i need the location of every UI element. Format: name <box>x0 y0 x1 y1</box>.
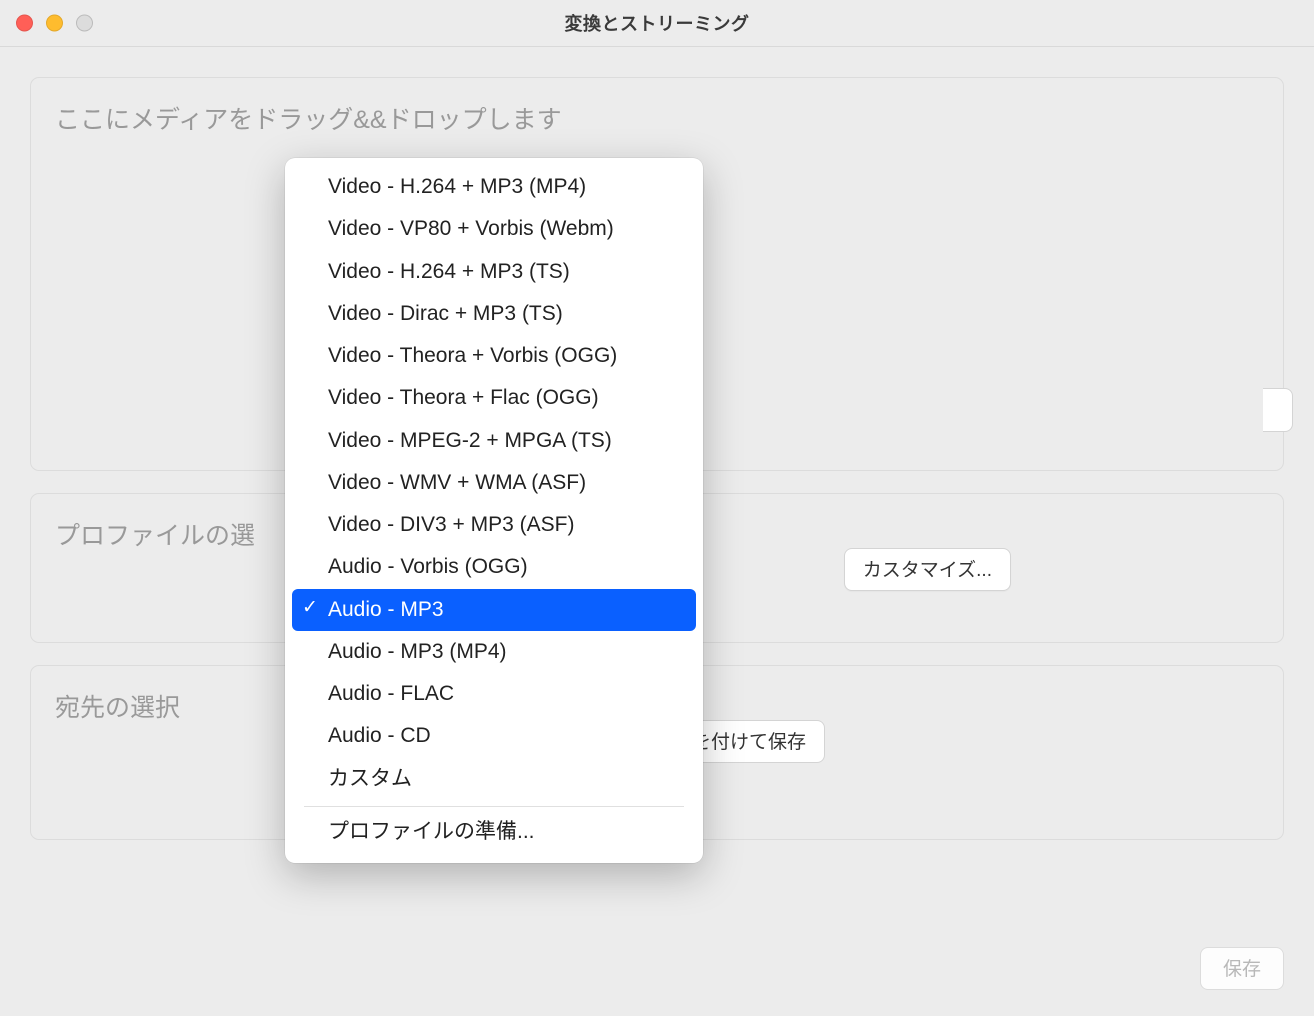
drop-zone-title: ここにメディアをドラッグ&&ドロップします <box>55 100 1259 136</box>
profile-option[interactable]: Video - MPEG-2 + MPGA (TS) <box>292 420 696 462</box>
profile-option[interactable]: カスタム <box>292 758 696 800</box>
profile-option[interactable]: Video - H.264 + MP3 (TS) <box>292 251 696 293</box>
prepare-profile-option[interactable]: プロファイルの準備... <box>292 811 696 853</box>
minimize-window-button[interactable] <box>46 15 63 32</box>
profile-option[interactable]: Audio - MP3 <box>292 589 696 631</box>
profile-option[interactable]: Audio - CD <box>292 715 696 757</box>
profile-option[interactable]: Video - Dirac + MP3 (TS) <box>292 293 696 335</box>
customize-button[interactable]: カスタマイズ... <box>844 548 1011 591</box>
titlebar: 変換とストリーミング <box>0 0 1314 47</box>
close-window-button[interactable] <box>16 15 33 32</box>
profile-option[interactable]: Video - Theora + Vorbis (OGG) <box>292 335 696 377</box>
profile-option[interactable]: Video - VP80 + Vorbis (Webm) <box>292 208 696 250</box>
profile-option[interactable]: Video - Theora + Flac (OGG) <box>292 377 696 419</box>
profile-option[interactable]: Video - WMV + WMA (ASF) <box>292 462 696 504</box>
open-media-button-peek[interactable] <box>1263 388 1293 432</box>
save-button-container: 保存 <box>1200 947 1284 990</box>
dropdown-divider <box>304 806 684 807</box>
profile-option[interactable]: Audio - MP3 (MP4) <box>292 631 696 673</box>
profile-option[interactable]: Audio - Vorbis (OGG) <box>292 546 696 588</box>
save-button[interactable]: 保存 <box>1200 947 1284 990</box>
window-controls <box>16 15 93 32</box>
profile-dropdown-menu[interactable]: Video - H.264 + MP3 (MP4)Video - VP80 + … <box>285 158 703 863</box>
save-as-file-button[interactable]: を付けて保存 <box>686 720 825 763</box>
profile-option[interactable]: Video - DIV3 + MP3 (ASF) <box>292 504 696 546</box>
zoom-window-button <box>76 15 93 32</box>
profile-option[interactable]: Video - H.264 + MP3 (MP4) <box>292 166 696 208</box>
window-title: 変換とストリーミング <box>0 10 1314 36</box>
profile-option[interactable]: Audio - FLAC <box>292 673 696 715</box>
